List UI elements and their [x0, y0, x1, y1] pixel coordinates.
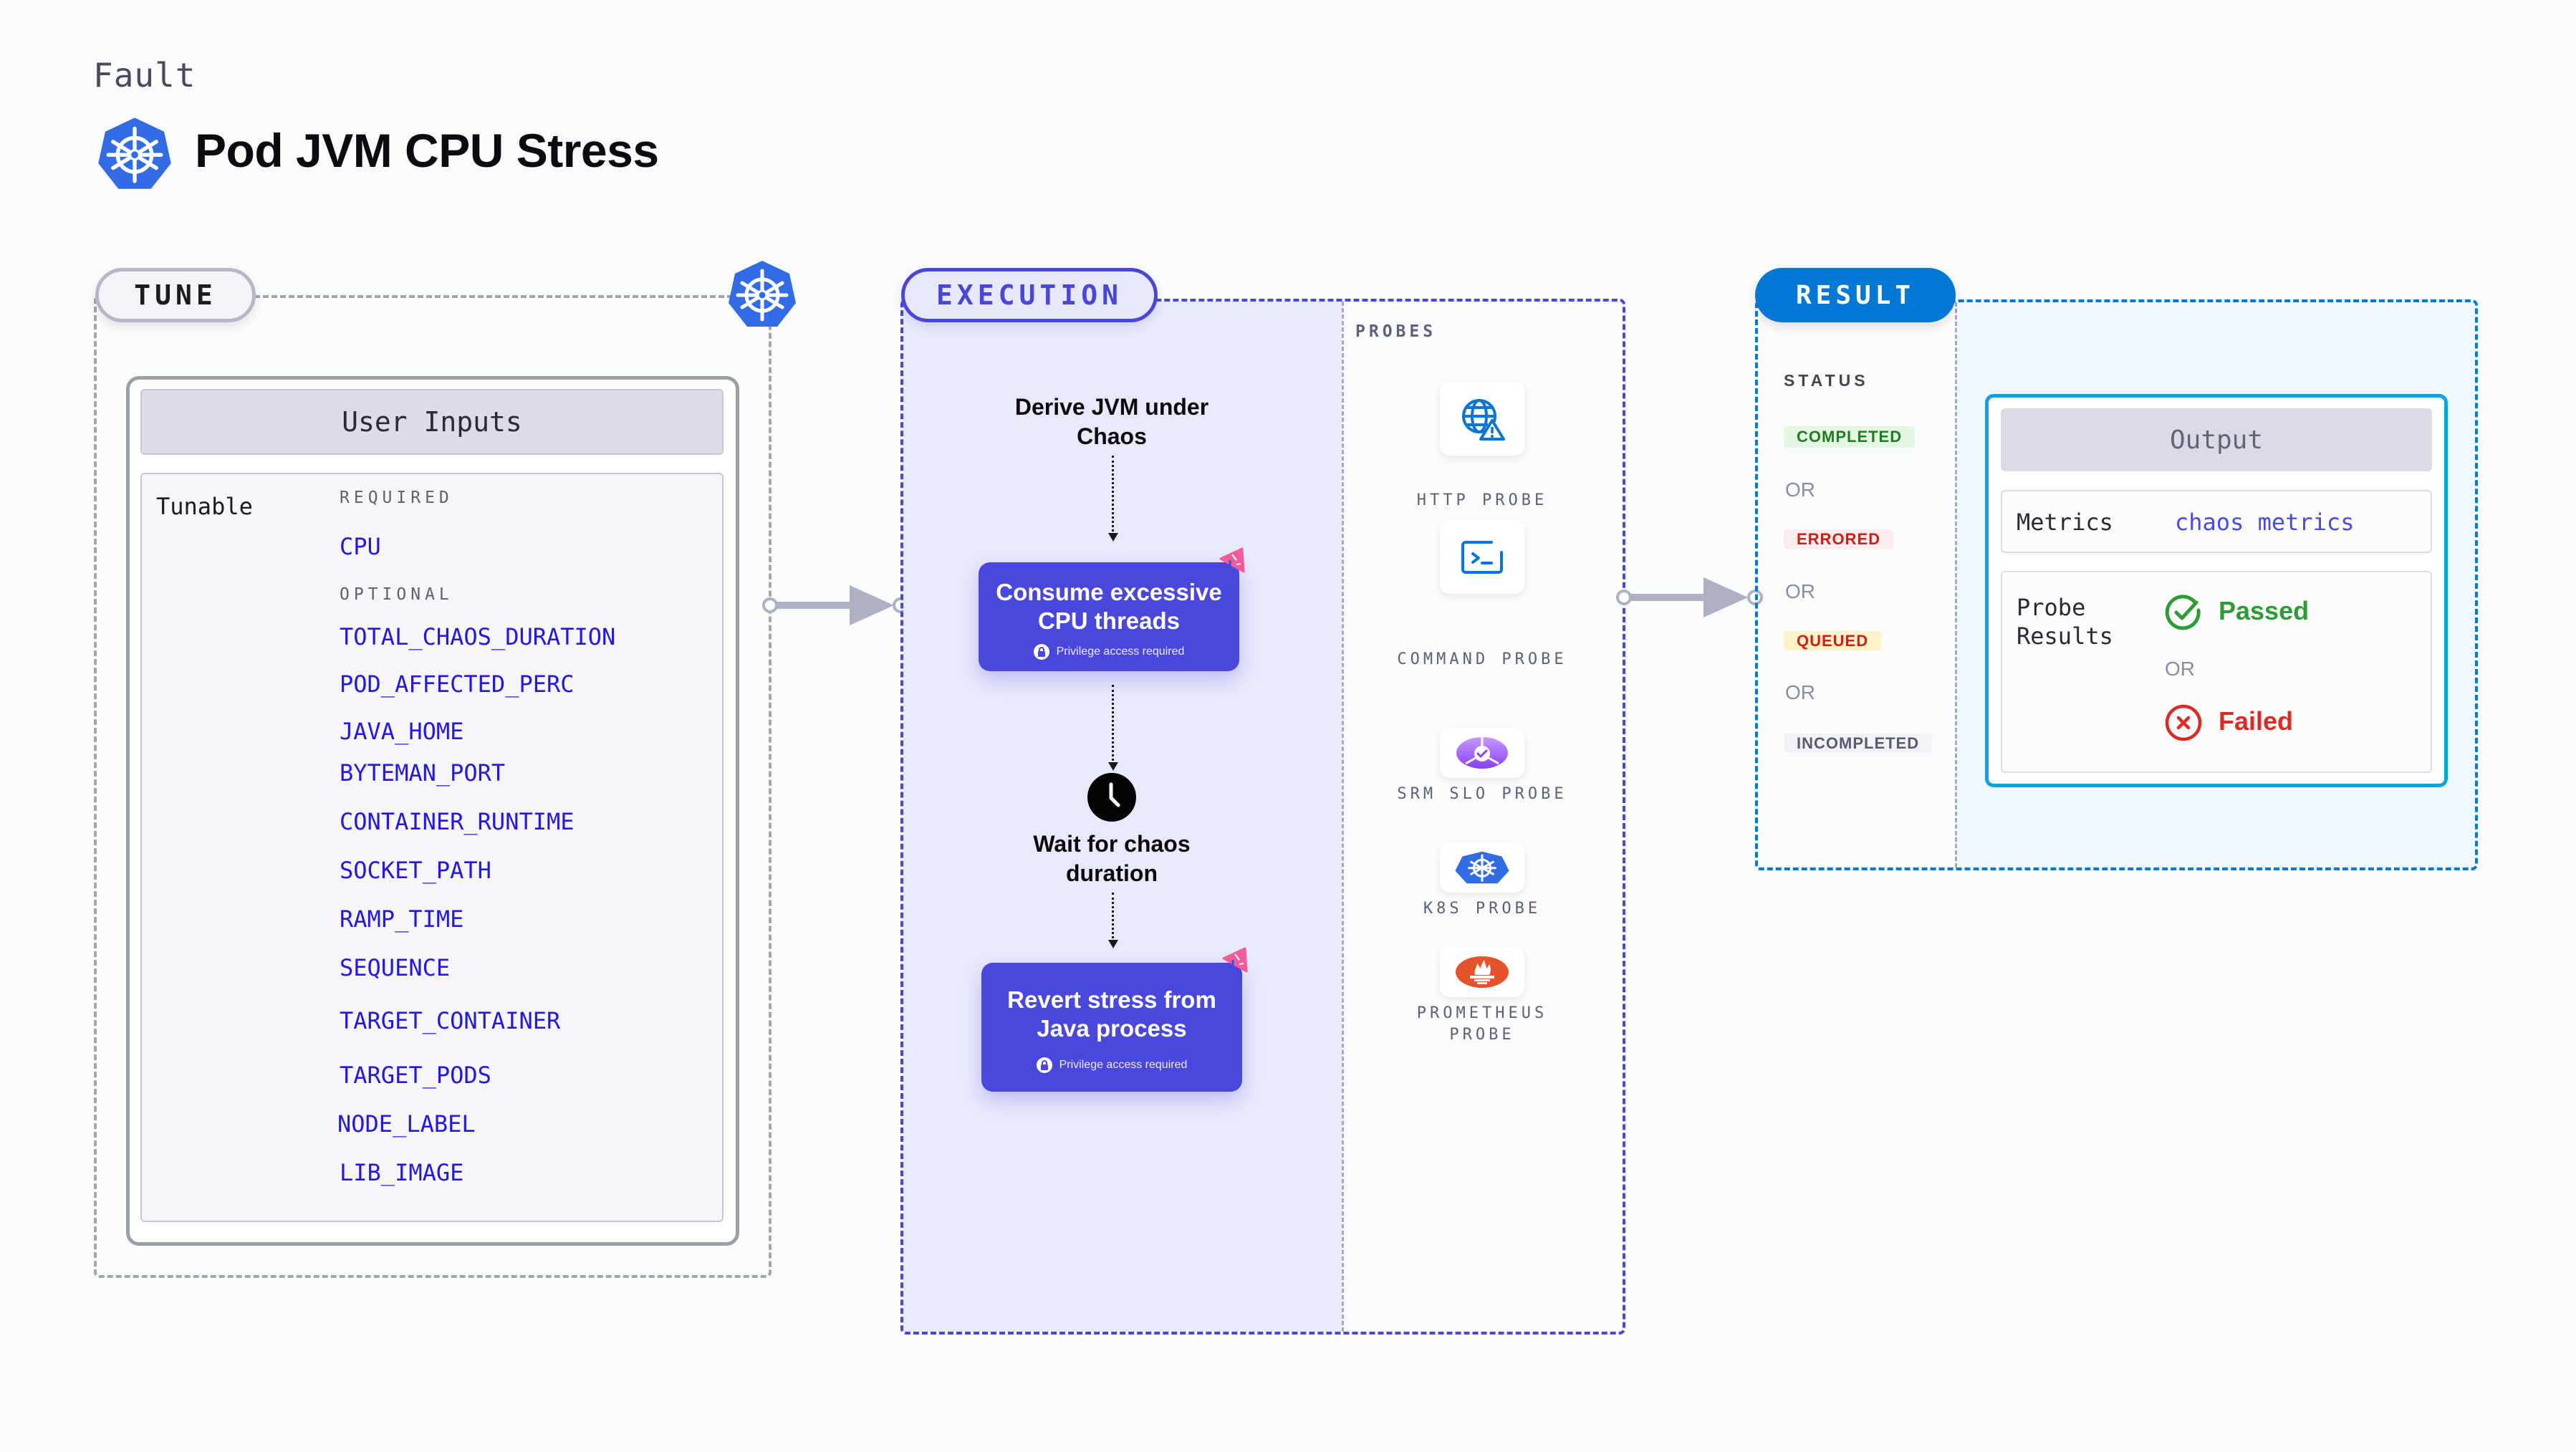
- output-title: Output: [2001, 408, 2432, 471]
- chaos-badge-icon: [1219, 547, 1245, 573]
- probe-failed-text: Failed: [2219, 706, 2294, 736]
- terminal-icon: [1461, 540, 1503, 574]
- execution-stage-label: EXECUTION: [901, 268, 1158, 322]
- status-section-label: STATUS: [1784, 371, 1869, 390]
- x-circle-icon: [2165, 704, 2202, 741]
- probe-label-command: COMMAND PROBE: [1397, 650, 1567, 668]
- status-badge-completed: COMPLETED: [1784, 426, 1916, 448]
- privilege-note: Privilege access required: [1059, 1059, 1188, 1071]
- probe-tile-k8s[interactable]: [1440, 842, 1524, 893]
- kubernetes-icon: [729, 261, 796, 327]
- step-consume-cpu-title: Consume excessive CPU threads: [996, 579, 1222, 634]
- tunable-param: NODE_LABEL: [337, 1110, 476, 1138]
- execution-divider: [1342, 302, 1344, 1332]
- tunable-param-cpu: CPU: [340, 533, 381, 560]
- page-title: Pod JVM CPU Stress: [195, 124, 659, 177]
- tunable-param: LIB_IMAGE: [340, 1159, 464, 1186]
- probe-label-srm-slo: SRM SLO PROBE: [1397, 785, 1567, 803]
- metrics-value-link[interactable]: chaos metrics: [2175, 509, 2354, 536]
- prometheus-icon: [1456, 956, 1509, 988]
- globe-warning-icon: [1462, 398, 1505, 441]
- tunable-label: Tunable: [156, 493, 253, 520]
- connector-line: [1623, 594, 1716, 601]
- connector-dot: [762, 597, 778, 613]
- probe-tile-http[interactable]: [1440, 382, 1524, 456]
- clock-icon: [1087, 773, 1136, 822]
- step-revert-stress-title: Revert stress from Java process: [1007, 986, 1216, 1042]
- tunable-param: BYTEMAN_PORT: [340, 759, 506, 787]
- status-badge-queued: QUEUED: [1784, 631, 1882, 650]
- tunable-param: SEQUENCE: [340, 954, 451, 981]
- chaos-badge-icon: [1222, 947, 1248, 973]
- tunable-param: CONTAINER_RUNTIME: [340, 808, 575, 835]
- connector-arrowhead: [850, 585, 894, 625]
- step-revert-stress-card: Revert stress from Java process Privileg…: [981, 963, 1242, 1092]
- probe-tile-prometheus[interactable]: [1440, 947, 1524, 997]
- fault-category-label: Fault: [93, 56, 196, 95]
- step-derive-jvm: Derive JVM under Chaos: [1014, 394, 1209, 449]
- tune-stage-label: TUNE: [95, 268, 256, 322]
- required-section-label: REQUIRED: [340, 489, 453, 507]
- lock-icon: [1033, 644, 1049, 660]
- probe-label-k8s: K8S PROBE: [1423, 900, 1542, 918]
- metrics-label: Metrics: [2017, 509, 2113, 536]
- tunable-param: TARGET_PODS: [340, 1062, 491, 1089]
- probe-results-label: Probe Results: [2017, 594, 2113, 650]
- user-inputs-title: User Inputs: [140, 389, 724, 455]
- or-separator: OR: [2165, 658, 2195, 680]
- step-consume-cpu-card: Consume excessive CPU threads Privilege …: [979, 562, 1239, 671]
- flow-line: [1112, 685, 1114, 765]
- tunable-param: RAMP_TIME: [340, 905, 464, 933]
- tunable-param: SOCKET_PATH: [340, 857, 491, 884]
- flow-line: [1112, 893, 1114, 943]
- probe-tile-command[interactable]: [1440, 520, 1524, 594]
- connector-dot: [1616, 590, 1632, 605]
- probe-tile-srm-slo[interactable]: [1440, 728, 1524, 778]
- privilege-note: Privilege access required: [1056, 645, 1185, 658]
- flow-arrow: [1108, 940, 1118, 948]
- probe-passed-text: Passed: [2219, 596, 2310, 625]
- step-wait-duration: Wait for chaos duration: [1033, 831, 1191, 886]
- tunable-param: JAVA_HOME: [340, 718, 464, 745]
- optional-section-label: OPTIONAL: [340, 585, 453, 604]
- probe-label-http: HTTP PROBE: [1416, 491, 1548, 509]
- tunable-param: POD_AFFECTED_PERC: [340, 670, 575, 698]
- or-separator: OR: [1785, 580, 1815, 602]
- check-circle-icon: [2165, 595, 2201, 630]
- slo-gauge-icon: [1456, 737, 1508, 769]
- status-badge-errored: ERRORED: [1784, 529, 1894, 549]
- kubernetes-icon: [1455, 851, 1509, 884]
- probe-label-prometheus: PROMETHEUS PROBE: [1416, 1004, 1548, 1044]
- tunable-param: TARGET_CONTAINER: [340, 1007, 561, 1034]
- tunable-param: TOTAL_CHAOS_DURATION: [340, 623, 616, 650]
- result-divider: [1955, 302, 1957, 867]
- or-separator: OR: [1785, 681, 1815, 703]
- status-badge-incompleted: INCOMPLETED: [1784, 734, 1933, 753]
- result-stage-label: RESULT: [1755, 268, 1956, 322]
- flow-arrow: [1108, 533, 1118, 542]
- connector-arrowhead: [1703, 577, 1748, 617]
- flow-line: [1112, 456, 1114, 536]
- flow-arrow: [1108, 762, 1118, 771]
- probes-section-label: PROBES: [1355, 322, 1437, 341]
- or-separator: OR: [1785, 479, 1815, 501]
- kubernetes-icon: [98, 117, 171, 189]
- lock-icon: [1036, 1057, 1052, 1073]
